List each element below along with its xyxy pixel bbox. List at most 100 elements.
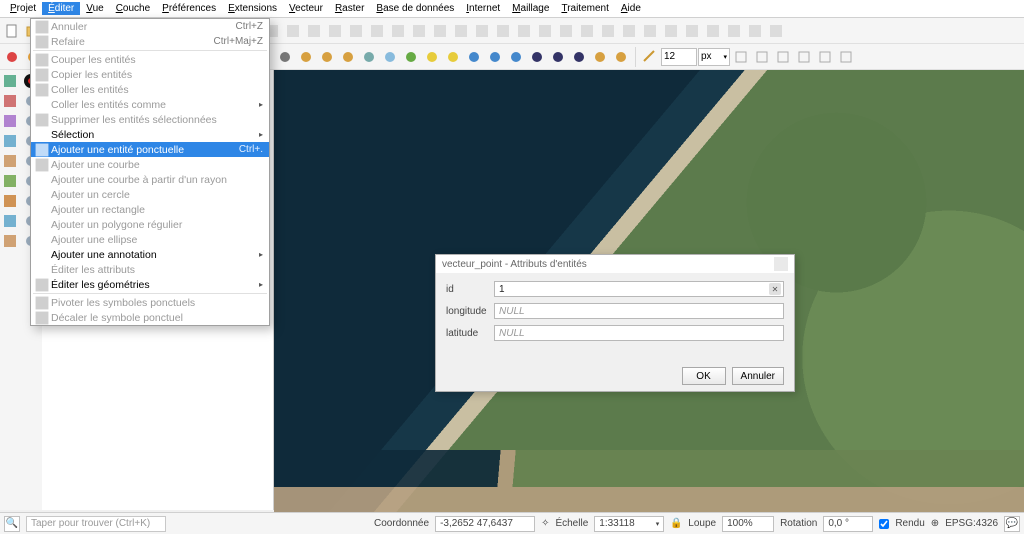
menu-vecteur[interactable]: Vecteur bbox=[283, 2, 329, 15]
toolbar-button[interactable] bbox=[388, 21, 408, 41]
toolbar-button[interactable] bbox=[724, 21, 744, 41]
line-width-spinner[interactable]: 12 bbox=[661, 48, 697, 66]
toolbar-button[interactable] bbox=[766, 21, 786, 41]
toolbar-button[interactable] bbox=[443, 47, 463, 67]
scale-field[interactable]: 1:33118▾ bbox=[594, 516, 664, 532]
toolbar-button[interactable] bbox=[2, 47, 22, 67]
toolbar-button[interactable] bbox=[451, 21, 471, 41]
toolbar-button[interactable] bbox=[682, 21, 702, 41]
toolbar-button[interactable] bbox=[472, 21, 492, 41]
messages-icon[interactable]: 💬 bbox=[1004, 516, 1020, 532]
menu-item[interactable]: Ajouter une entité ponctuelleCtrl+. bbox=[31, 142, 269, 157]
toolbar-button[interactable] bbox=[815, 47, 835, 67]
lock-icon[interactable]: 🔒 bbox=[670, 518, 682, 530]
menu-base de données[interactable]: Base de données bbox=[370, 2, 460, 15]
rail-button[interactable] bbox=[1, 132, 19, 150]
menu-aide[interactable]: Aide bbox=[615, 2, 647, 15]
crs-label[interactable]: EPSG:4326 bbox=[945, 518, 998, 529]
menu-item[interactable]: Sélection▸ bbox=[31, 127, 269, 142]
menu-item[interactable]: Éditer les géométries▸ bbox=[31, 277, 269, 292]
coord-field[interactable]: -3,2652 47,6437 bbox=[435, 516, 535, 532]
toolbar-button[interactable] bbox=[422, 47, 442, 67]
toolbar-button[interactable] bbox=[661, 21, 681, 41]
menu-couche[interactable]: Couche bbox=[110, 2, 156, 15]
toolbar-button[interactable] bbox=[611, 47, 631, 67]
magnifier-field[interactable]: 100% bbox=[722, 516, 774, 532]
close-icon[interactable] bbox=[774, 257, 788, 271]
rail-button[interactable] bbox=[1, 172, 19, 190]
menu-préférences[interactable]: Préférences bbox=[156, 2, 222, 15]
toolbar-button[interactable] bbox=[569, 47, 589, 67]
rail-button[interactable] bbox=[1, 112, 19, 130]
menu-traitement[interactable]: Traitement bbox=[555, 2, 614, 15]
extents-icon[interactable]: ✧ bbox=[541, 518, 549, 529]
toolbar-button[interactable] bbox=[794, 47, 814, 67]
toolbar-button[interactable] bbox=[275, 47, 295, 67]
toolbar-button[interactable] bbox=[367, 21, 387, 41]
toolbar-button[interactable] bbox=[640, 21, 660, 41]
menu-internet[interactable]: Internet bbox=[460, 2, 506, 15]
crs-icon[interactable]: ⊕ bbox=[931, 518, 939, 529]
menu-maillage[interactable]: Maillage bbox=[506, 2, 555, 15]
rail-button[interactable] bbox=[1, 152, 19, 170]
toolbar-button[interactable] bbox=[304, 21, 324, 41]
unit-combo[interactable]: px▾ bbox=[698, 48, 730, 66]
toolbar-button[interactable] bbox=[401, 47, 421, 67]
toolbar-button[interactable] bbox=[773, 47, 793, 67]
render-checkbox[interactable] bbox=[879, 519, 889, 529]
toolbar-button[interactable] bbox=[338, 47, 358, 67]
toolbar-button[interactable] bbox=[296, 47, 316, 67]
menu-projet[interactable]: Projet bbox=[4, 2, 42, 15]
toolbar-button[interactable] bbox=[577, 21, 597, 41]
toolbar-button[interactable] bbox=[548, 47, 568, 67]
field-id[interactable]: 1✕ bbox=[494, 281, 784, 297]
toolbar-button[interactable] bbox=[598, 21, 618, 41]
toolbar-button[interactable] bbox=[731, 47, 751, 67]
toolbar-button[interactable] bbox=[409, 21, 429, 41]
toolbar-button[interactable] bbox=[590, 47, 610, 67]
toolbar-button[interactable] bbox=[346, 21, 366, 41]
toolbar-button[interactable] bbox=[359, 47, 379, 67]
toolbar-button[interactable] bbox=[556, 21, 576, 41]
search-icon[interactable]: 🔍 bbox=[4, 516, 20, 532]
toolbar-button[interactable] bbox=[619, 21, 639, 41]
menu-éditer[interactable]: Éditer bbox=[42, 2, 80, 15]
toolbar-button[interactable] bbox=[283, 21, 303, 41]
toolbar-button[interactable] bbox=[506, 47, 526, 67]
new-project-icon[interactable] bbox=[2, 21, 22, 41]
menu-item: Pivoter les symboles ponctuels bbox=[31, 295, 269, 310]
toolbar-button[interactable] bbox=[317, 47, 337, 67]
toolbar-button[interactable] bbox=[493, 21, 513, 41]
toolbar-button[interactable] bbox=[527, 47, 547, 67]
toolbar-button[interactable] bbox=[752, 47, 772, 67]
menu-raster[interactable]: Raster bbox=[329, 2, 370, 15]
menu-extensions[interactable]: Extensions bbox=[222, 2, 283, 15]
rail-button[interactable] bbox=[1, 232, 19, 250]
field-longitude[interactable]: NULL bbox=[494, 303, 784, 319]
rail-button[interactable] bbox=[1, 92, 19, 110]
toolbar-button[interactable] bbox=[380, 47, 400, 67]
rotation-field[interactable]: 0,0 ° bbox=[823, 516, 873, 532]
clear-icon[interactable]: ✕ bbox=[769, 283, 781, 295]
toolbar-button[interactable] bbox=[430, 21, 450, 41]
rail-button[interactable] bbox=[1, 192, 19, 210]
rail-button[interactable] bbox=[1, 72, 19, 90]
rail-button[interactable] bbox=[1, 212, 19, 230]
cancel-button[interactable]: Annuler bbox=[732, 367, 784, 385]
menu-item[interactable]: Ajouter une annotation▸ bbox=[31, 247, 269, 262]
measure-icon[interactable] bbox=[640, 47, 660, 67]
ok-button[interactable]: OK bbox=[682, 367, 726, 385]
toolbar-button[interactable] bbox=[514, 21, 534, 41]
field-latitude[interactable]: NULL bbox=[494, 325, 784, 341]
dialog-titlebar[interactable]: vecteur_point - Attributs d'entités bbox=[436, 255, 794, 273]
toolbar-button[interactable] bbox=[485, 47, 505, 67]
menubar: ProjetÉditerVueCouchePréférencesExtensio… bbox=[0, 0, 1024, 18]
toolbar-button[interactable] bbox=[703, 21, 723, 41]
toolbar-button[interactable] bbox=[745, 21, 765, 41]
toolbar-button[interactable] bbox=[836, 47, 856, 67]
menu-vue[interactable]: Vue bbox=[80, 2, 109, 15]
toolbar-button[interactable] bbox=[464, 47, 484, 67]
locator-search[interactable]: Taper pour trouver (Ctrl+K) bbox=[26, 516, 166, 532]
toolbar-button[interactable] bbox=[325, 21, 345, 41]
toolbar-button[interactable] bbox=[535, 21, 555, 41]
